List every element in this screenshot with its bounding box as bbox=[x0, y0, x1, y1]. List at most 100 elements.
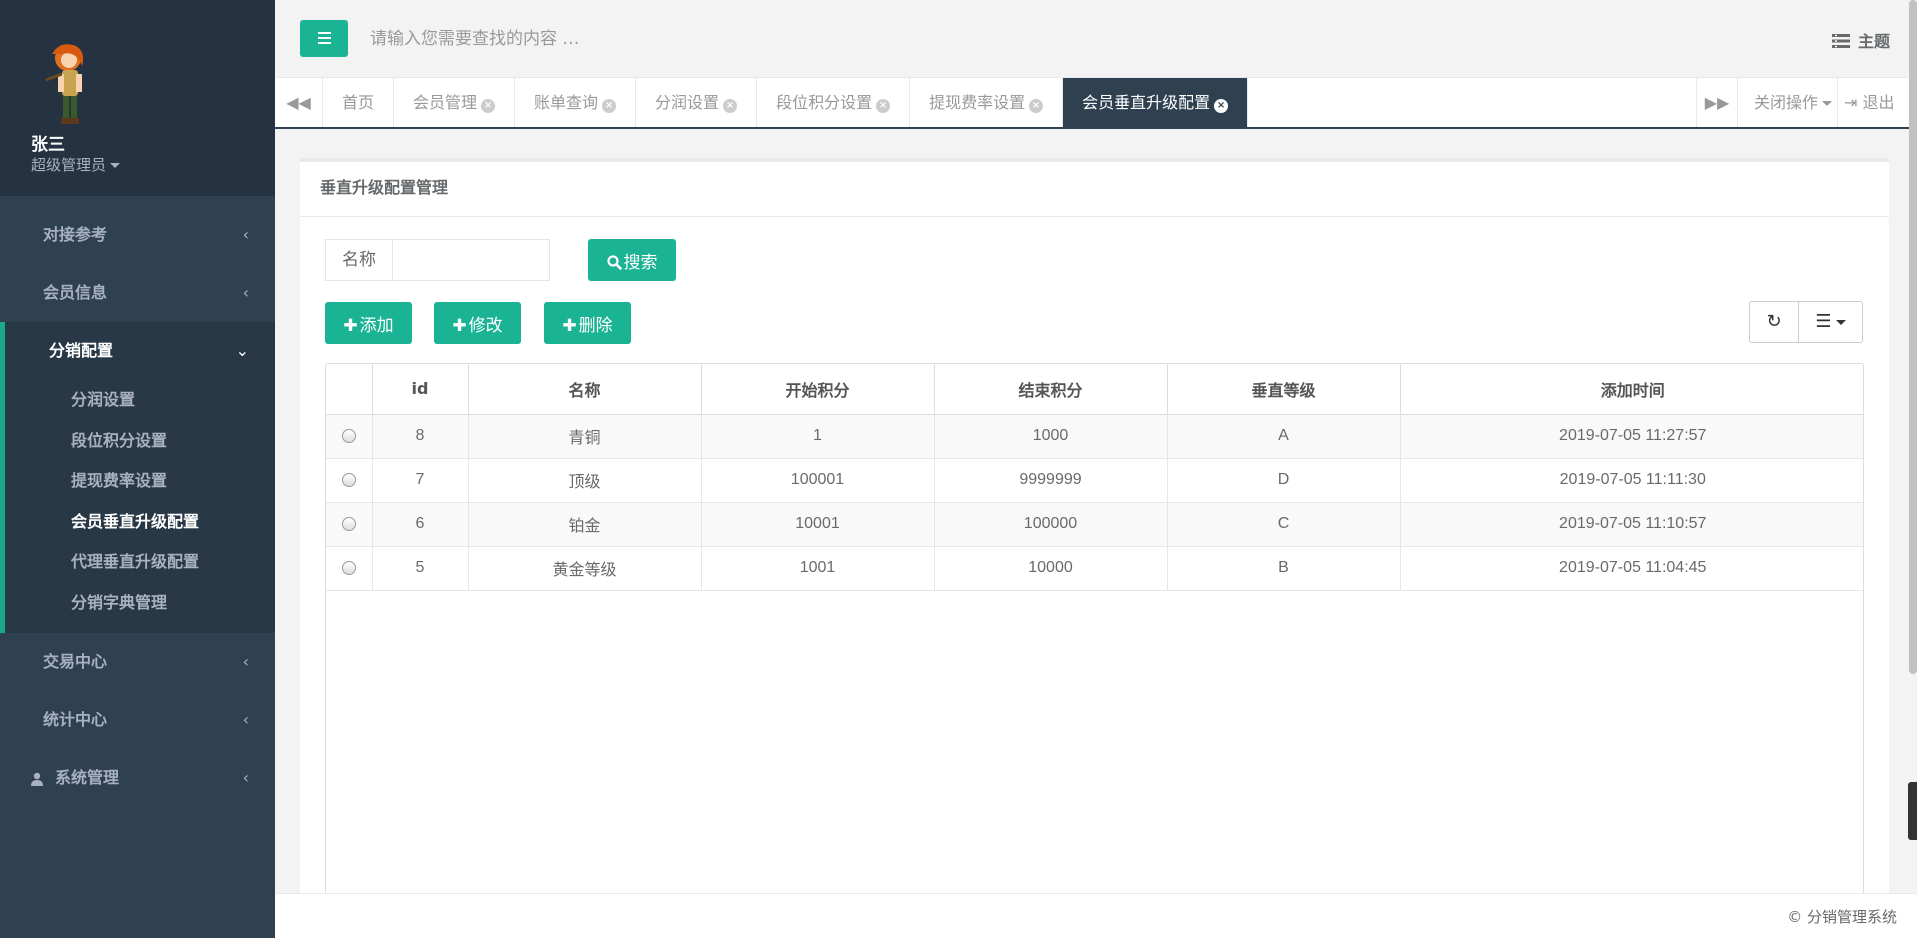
close-circle-icon[interactable]: × bbox=[602, 99, 617, 113]
hamburger-icon bbox=[318, 37, 331, 39]
avatar[interactable] bbox=[32, 40, 102, 130]
delete-button[interactable]: ✚ 删除 bbox=[544, 302, 631, 344]
edit-button[interactable]: ✚ 修改 bbox=[434, 302, 521, 344]
theme-icon bbox=[1831, 34, 1850, 48]
cell-vertical-level: C bbox=[1167, 502, 1401, 547]
global-search-input[interactable] bbox=[370, 20, 1070, 57]
sidebar-item-member-info[interactable]: 会员信息 ‹ bbox=[0, 264, 275, 322]
sidebar-item-docking-reference[interactable]: 对接参考 ‹ bbox=[0, 206, 275, 264]
select-column-header bbox=[326, 364, 373, 415]
chevron-down-icon: ⌄ bbox=[235, 341, 249, 360]
sidebar-subitem-distribution-dictionary[interactable]: 分销字典管理 bbox=[5, 583, 275, 624]
table-row[interactable]: 8 青铜 1 1000 A 2019-07-05 11:27:57 bbox=[326, 414, 1863, 459]
theme-label: 主题 bbox=[1857, 32, 1890, 51]
cell-add-time: 2019-07-05 11:10:57 bbox=[1400, 502, 1863, 547]
sidebar-item-system-management[interactable]: 系统管理 ‹ bbox=[0, 749, 275, 807]
sidebar-subitem-member-vertical-upgrade[interactable]: 会员垂直升级配置 bbox=[5, 502, 275, 543]
column-header-end-points[interactable]: 结束积分 bbox=[934, 364, 1168, 415]
plus-icon: ✚ bbox=[452, 315, 467, 336]
cell-add-time: 2019-07-05 11:27:57 bbox=[1400, 414, 1863, 459]
data-table-container: id 名称 开始积分 结束积分 垂直等级 添加时间 8 青铜 1 1000 A … bbox=[325, 363, 1864, 898]
table-header-row: id 名称 开始积分 结束积分 垂直等级 添加时间 bbox=[326, 364, 1863, 415]
tab-member-vertical-upgrade[interactable]: 会员垂直升级配置 × bbox=[1063, 78, 1249, 127]
column-header-add-time[interactable]: 添加时间 bbox=[1400, 364, 1863, 415]
column-header-vertical-level[interactable]: 垂直等级 bbox=[1167, 364, 1401, 415]
sidebar-item-label: 会员信息 bbox=[43, 283, 108, 302]
close-circle-icon[interactable]: × bbox=[1214, 99, 1229, 113]
theme-button[interactable]: 主题 bbox=[1831, 28, 1890, 52]
cell-start-points: 10001 bbox=[701, 502, 935, 547]
sidebar-nav-bottom: 交易中心 ‹ 统计中心 ‹ 系统管理 ‹ bbox=[0, 633, 275, 807]
sidebar-toggle-button[interactable] bbox=[300, 20, 348, 57]
plus-icon: ✚ bbox=[562, 315, 577, 336]
tab-list: 首页 会员管理 × 账单查询 × 分润设置 × 段位积分设置 × 提现费率设置 × 会员垂… bbox=[323, 78, 1249, 127]
close-operations-dropdown[interactable]: 关闭操作 bbox=[1754, 78, 1833, 127]
user-role-label: 超级管理员 bbox=[31, 156, 107, 174]
sidebar-item-distribution-config[interactable]: 分销配置 ⌄ bbox=[0, 322, 275, 380]
footer-copyright: © 分销管理系统 bbox=[1787, 908, 1897, 926]
logout-button[interactable]: ⇥ 退出 bbox=[1837, 78, 1917, 127]
sidebar-item-trade-center[interactable]: 交易中心 ‹ bbox=[0, 633, 275, 691]
column-header-start-points[interactable]: 开始积分 bbox=[701, 364, 935, 415]
columns-dropdown-button[interactable]: ☰ bbox=[1799, 301, 1863, 343]
chevron-left-icon: ‹ bbox=[242, 225, 249, 244]
hamburger-icon bbox=[318, 32, 331, 34]
table-row[interactable]: 7 顶级 100001 9999999 D 2019-07-05 11:11:3… bbox=[326, 458, 1863, 503]
add-button[interactable]: ✚ 添加 bbox=[325, 302, 412, 344]
user-role-dropdown[interactable]: 超级管理员 bbox=[31, 154, 121, 175]
edit-button-label: 修改 bbox=[468, 315, 503, 336]
column-header-name[interactable]: 名称 bbox=[468, 364, 702, 415]
search-button[interactable]: 搜索 bbox=[588, 239, 676, 281]
sidebar-item-label: 系统管理 bbox=[55, 768, 120, 787]
tab-home[interactable]: 首页 bbox=[323, 78, 395, 127]
refresh-button[interactable]: ↻ bbox=[1749, 301, 1799, 343]
sidebar-item-stats-center[interactable]: 统计中心 ‹ bbox=[0, 691, 275, 749]
forward-icon: ▶▶ bbox=[1704, 93, 1730, 112]
cell-end-points: 100000 bbox=[934, 502, 1168, 547]
sidebar-subitem-agent-vertical-upgrade[interactable]: 代理垂直升级配置 bbox=[5, 542, 275, 583]
cell-vertical-level: D bbox=[1167, 458, 1401, 503]
caret-down-icon bbox=[110, 163, 121, 168]
cell-vertical-level: B bbox=[1167, 546, 1401, 591]
close-circle-icon[interactable]: × bbox=[723, 99, 738, 113]
cell-name: 顶级 bbox=[468, 458, 702, 503]
table-row[interactable]: 5 黄金等级 1001 10000 B 2019-07-05 11:04:45 bbox=[326, 546, 1863, 591]
cell-id: 6 bbox=[372, 502, 469, 547]
logout-label: 退出 bbox=[1862, 93, 1895, 112]
column-header-id[interactable]: id bbox=[372, 364, 469, 415]
tab-profit-settings[interactable]: 分润设置 × bbox=[636, 78, 758, 127]
caret-down-icon bbox=[1822, 101, 1833, 106]
cell-end-points: 10000 bbox=[934, 546, 1168, 591]
footer: © 分销管理系统 bbox=[275, 893, 1917, 938]
table-row[interactable]: 6 铂金 10001 100000 C 2019-07-05 11:10:57 bbox=[326, 502, 1863, 547]
sidebar-subitem-rank-points[interactable]: 段位积分设置 bbox=[5, 421, 275, 462]
row-select-radio[interactable] bbox=[341, 516, 356, 531]
sidebar-subitem-profit-settings[interactable]: 分润设置 bbox=[5, 380, 275, 421]
name-filter: 名称 bbox=[325, 239, 550, 281]
tab-label: 会员管理 bbox=[413, 93, 478, 112]
tab-scroll-right-button[interactable]: ▶▶ bbox=[1696, 78, 1738, 127]
row-select-radio[interactable] bbox=[341, 472, 356, 487]
row-select-radio[interactable] bbox=[341, 560, 356, 575]
close-circle-icon[interactable]: × bbox=[1029, 99, 1044, 113]
close-circle-icon[interactable]: × bbox=[876, 99, 891, 113]
tab-bill-query[interactable]: 账单查询 × bbox=[515, 78, 637, 127]
tab-withdraw-fee[interactable]: 提现费率设置 × bbox=[910, 78, 1064, 127]
row-select-radio[interactable] bbox=[341, 428, 356, 443]
tab-rank-points[interactable]: 段位积分设置 × bbox=[757, 78, 911, 127]
cell-end-points: 9999999 bbox=[934, 458, 1168, 503]
user-icon bbox=[31, 772, 43, 786]
name-filter-input[interactable] bbox=[392, 239, 550, 281]
cell-name: 黄金等级 bbox=[468, 546, 702, 591]
edge-widget[interactable] bbox=[1908, 782, 1917, 840]
page-scrollbar[interactable] bbox=[1909, 0, 1917, 674]
cell-name: 青铜 bbox=[468, 414, 702, 459]
delete-button-label: 删除 bbox=[578, 315, 613, 336]
chevron-left-icon: ‹ bbox=[242, 283, 249, 302]
tab-label: 段位积分设置 bbox=[776, 93, 873, 112]
tab-member-management[interactable]: 会员管理 × bbox=[394, 78, 516, 127]
top-bar: 主题 bbox=[275, 0, 1917, 78]
close-circle-icon[interactable]: × bbox=[481, 99, 496, 113]
tab-scroll-left-button[interactable]: ◀◀ bbox=[275, 78, 323, 127]
sidebar-subitem-withdraw-fee[interactable]: 提现费率设置 bbox=[5, 461, 275, 502]
